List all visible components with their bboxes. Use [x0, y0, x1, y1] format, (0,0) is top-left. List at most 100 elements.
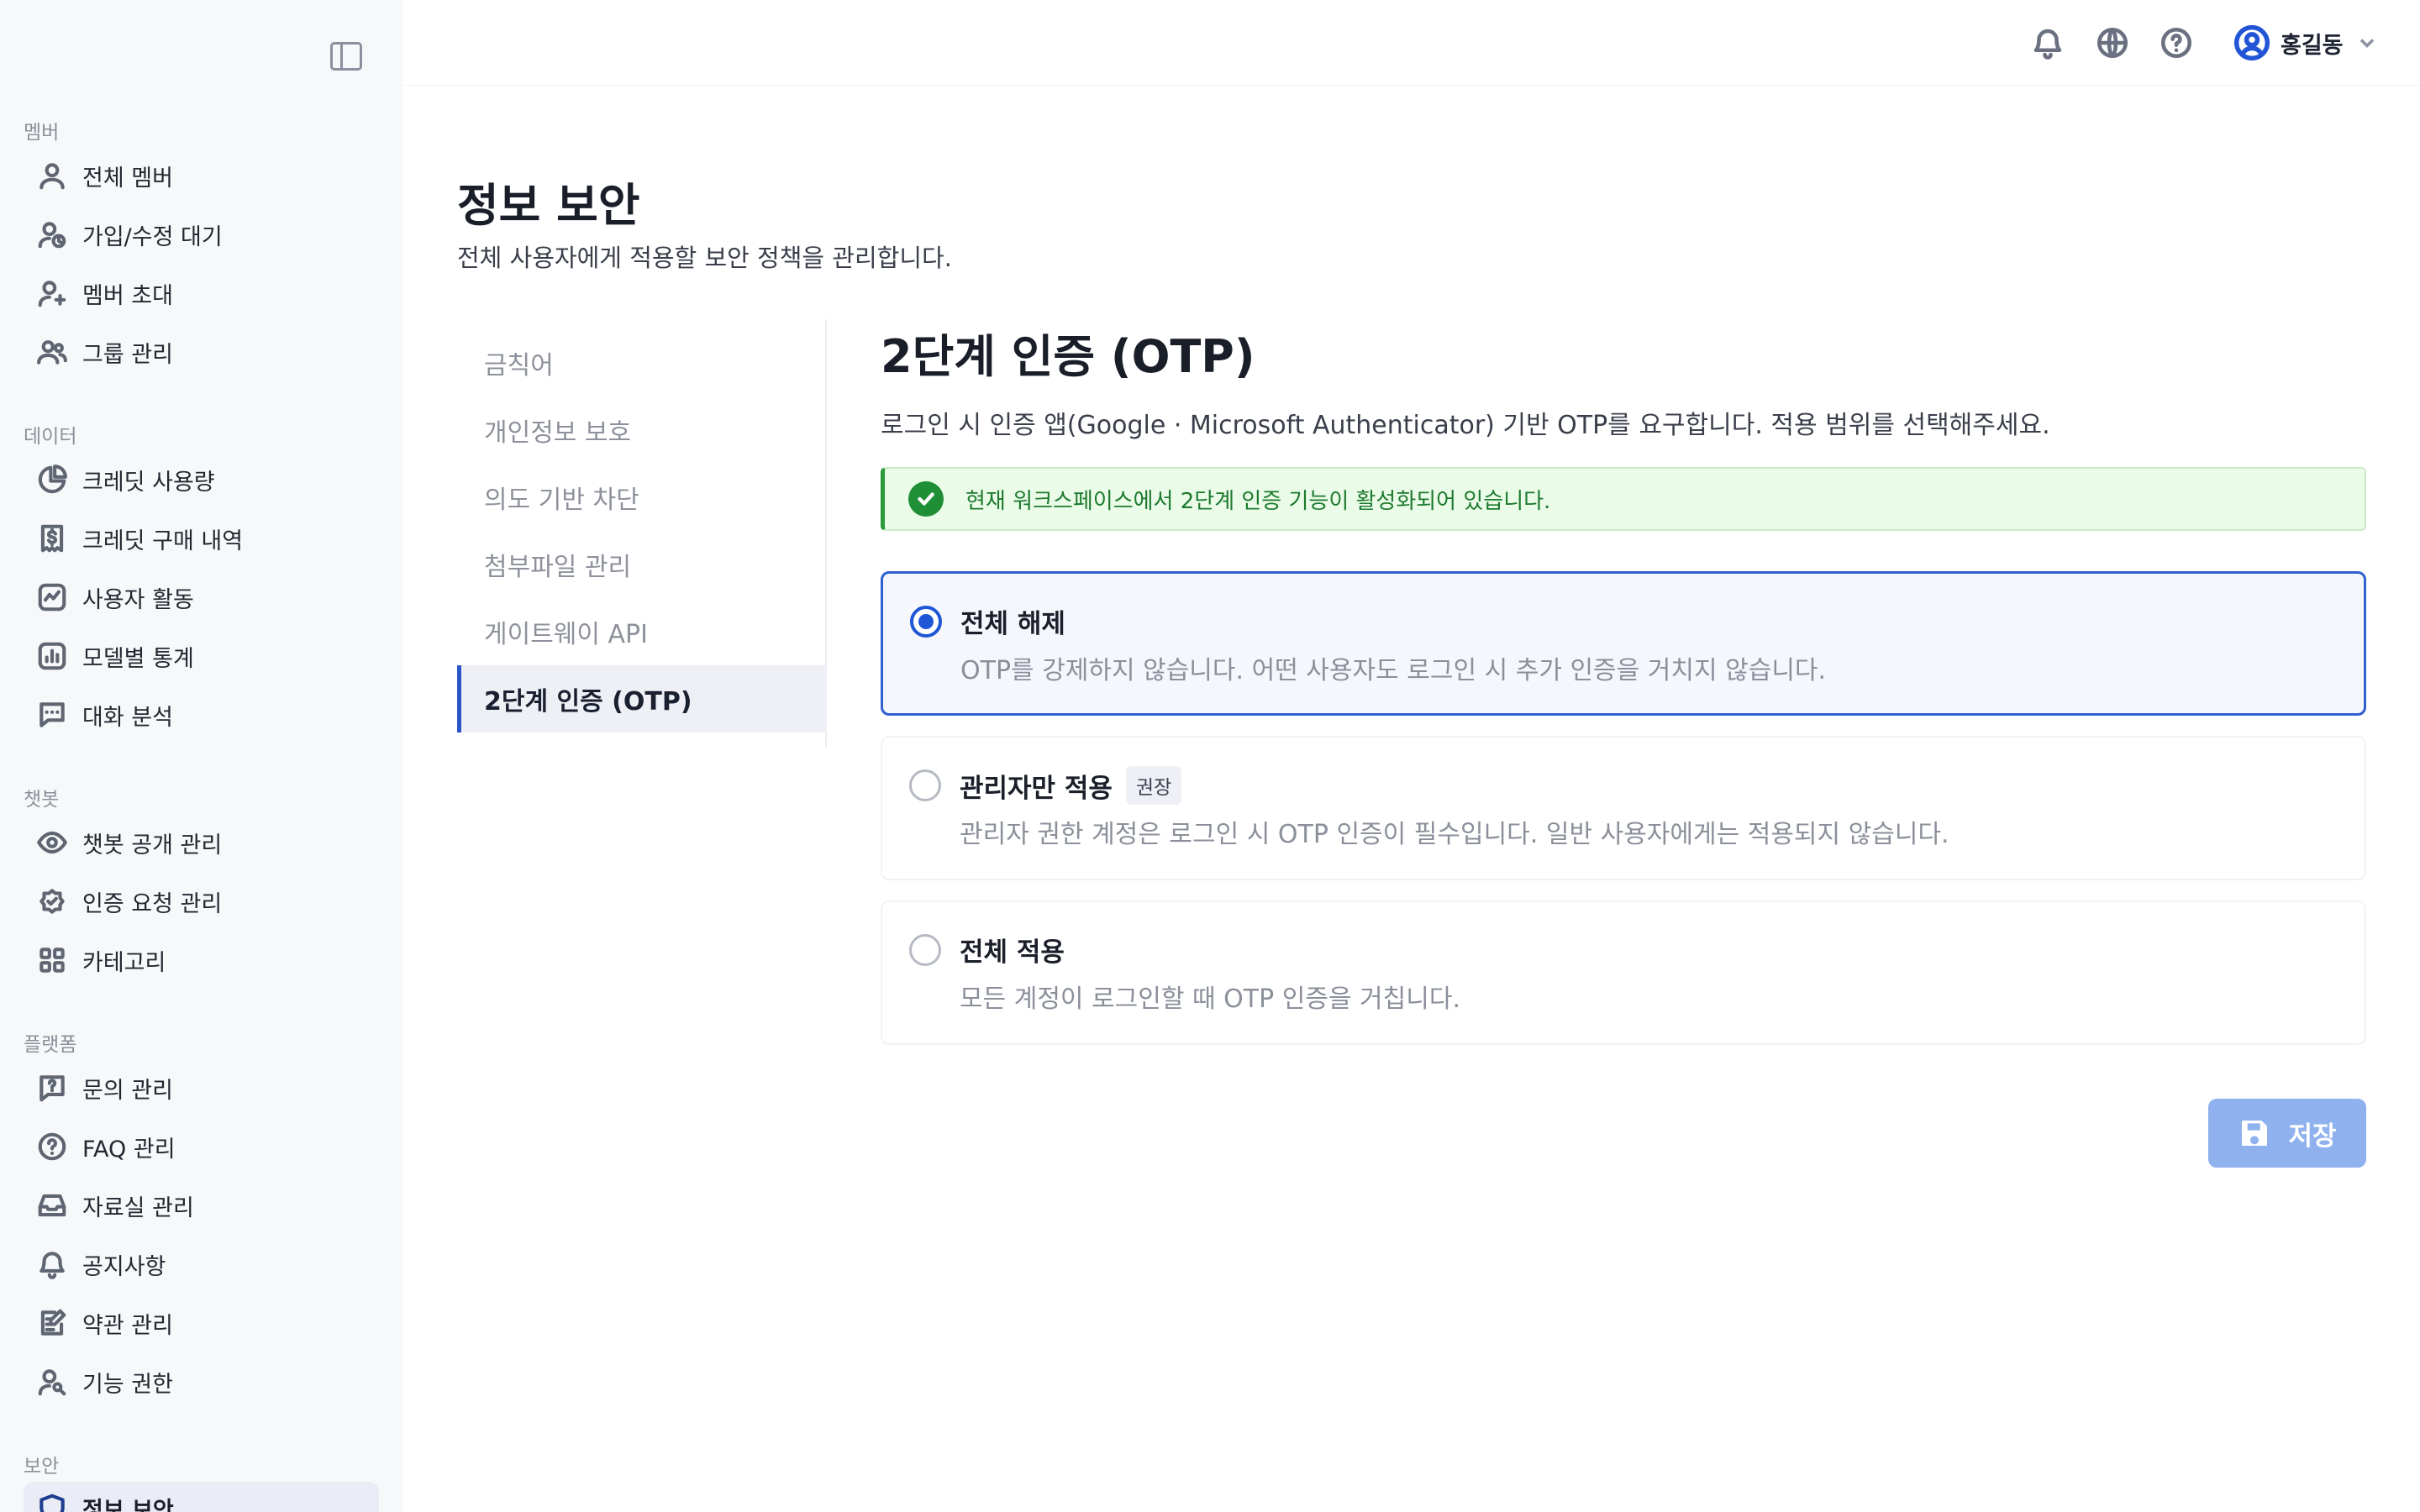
inbox-icon	[35, 1189, 69, 1222]
option-description: OTP를 강제하지 않습니다. 어떤 사용자도 로그인 시 추가 인증을 거치지…	[960, 656, 1827, 685]
option-description: 관리자 권한 계정은 로그인 시 OTP 인증이 필수입니다. 일반 사용자에게…	[960, 820, 1949, 849]
sidebar-item-label: 멤버 초대	[82, 282, 173, 309]
sidebar-item-credit-usage[interactable]: 크레딧 사용량	[24, 454, 379, 506]
sidebar-item-label: 인증 요청 관리	[82, 890, 223, 917]
user-key-icon	[35, 1365, 69, 1399]
activity-icon	[35, 580, 69, 614]
nav-section-title: 보안	[24, 1456, 60, 1478]
subnav-item-otp[interactable]: 2단계 인증 (OTP)	[457, 665, 827, 732]
sidebar-item-info-security[interactable]: 정보 보안	[24, 1482, 379, 1512]
sidebar-item-category[interactable]: 카테고리	[24, 934, 379, 986]
user-plus-icon	[35, 276, 69, 310]
sidebar-item-label: 전체 멤버	[82, 165, 173, 192]
save-label: 저장	[2288, 1121, 2337, 1152]
help-circle-icon[interactable]	[2159, 25, 2194, 60]
user-icon	[35, 159, 69, 192]
sidebar-item-chatbot-publish[interactable]: 챗봇 공개 관리	[24, 816, 379, 869]
sidebar-item-label: 사용자 활동	[82, 586, 194, 613]
chat-analysis-icon	[35, 698, 69, 732]
section-title: 2단계 인증 (OTP)	[881, 330, 1255, 383]
option-title-text: 전체 해제	[960, 609, 1065, 639]
nav-section-title: 데이터	[24, 426, 77, 448]
save-button[interactable]: 저장	[2208, 1099, 2366, 1168]
bar-chart-icon	[35, 639, 69, 673]
section-description: 로그인 시 인증 앱(Google · Microsoft Authentica…	[881, 411, 2050, 440]
option-apply-all[interactable]: 전체 적용 모든 계정이 로그인할 때 OTP 인증을 거칩니다.	[881, 900, 2366, 1045]
check-circle-icon	[908, 481, 944, 517]
page-title: 정보 보안	[457, 179, 640, 232]
sidebar-item-faq[interactable]: FAQ 관리	[24, 1121, 379, 1173]
sidebar-item-model-stats[interactable]: 모델별 통계	[24, 630, 379, 682]
sidebar-item-groups[interactable]: 그룹 관리	[24, 326, 379, 378]
sidebar-item-label: 챗봇 공개 관리	[82, 832, 223, 858]
radio-button[interactable]	[909, 769, 941, 801]
option-title-text: 전체 적용	[960, 937, 1065, 968]
sidebar-item-invite[interactable]: 멤버 초대	[24, 267, 379, 319]
sidebar-item-label: 약관 관리	[82, 1312, 173, 1339]
sidebar-item-label: 크레딧 사용량	[82, 469, 215, 496]
sidebar-toggle-icon[interactable]	[330, 42, 362, 71]
sidebar-item-label: 그룹 관리	[82, 341, 173, 368]
bell-icon	[35, 1247, 69, 1281]
otp-settings-panel: 2단계 인증 (OTP) 로그인 시 인증 앱(Google · Microso…	[881, 319, 2366, 1168]
alert-text: 현재 워크스페이스에서 2단계 인증 기능이 활성화되어 있습니다.	[965, 488, 1551, 514]
sidebar-item-chat-analysis[interactable]: 대화 분석	[24, 689, 379, 741]
user-menu[interactable]: 홍길동	[2233, 22, 2379, 64]
option-description: 모든 계정이 로그인할 때 OTP 인증을 거칩니다.	[960, 984, 1460, 1014]
grid-icon	[35, 943, 69, 977]
sidebar-item-credit-purchases[interactable]: 크레딧 구매 내역	[24, 512, 379, 564]
subnav-item-intent-block[interactable]: 의도 기반 차단	[457, 464, 827, 531]
radio-button[interactable]	[909, 934, 941, 966]
sidebar-item-label: 자료실 관리	[82, 1194, 194, 1221]
sidebar: 멤버 전체 멤버 가입/수정 대기 멤버 초대 그룹 관리 데이터 크레딧 사용…	[0, 0, 403, 1512]
globe-icon[interactable]	[2095, 25, 2130, 60]
sidebar-item-label: FAQ 관리	[82, 1136, 176, 1163]
status-alert: 현재 워크스페이스에서 2단계 인증 기능이 활성화되어 있습니다.	[881, 467, 2366, 531]
sidebar-item-label: 정보 보안	[82, 1497, 174, 1512]
recommended-badge: 권장	[1125, 766, 1182, 805]
subnav-item-attachments[interactable]: 첨부파일 관리	[457, 531, 827, 598]
topbar: 홍길동	[403, 0, 2420, 86]
sidebar-item-label: 대화 분석	[82, 704, 173, 731]
option-admins-only[interactable]: 관리자만 적용 권장 관리자 권한 계정은 로그인 시 OTP 인증이 필수입니…	[881, 736, 2366, 880]
subnav-item-banned-words[interactable]: 금칙어	[457, 329, 827, 396]
user-clock-icon	[35, 218, 69, 251]
sidebar-item-label: 공지사항	[82, 1253, 166, 1280]
sidebar-item-label: 카테고리	[82, 949, 166, 976]
chevron-down-icon	[2360, 39, 2374, 48]
user-name: 홍길동	[2281, 32, 2344, 59]
page-description: 전체 사용자에게 적용할 보안 정책을 관리합니다.	[457, 244, 952, 272]
help-circle-icon	[35, 1130, 69, 1163]
sidebar-item-verification[interactable]: 인증 요청 관리	[24, 875, 379, 927]
badge-check-icon	[35, 885, 69, 918]
shield-icon	[35, 1491, 69, 1512]
option-title: 전체 적용	[960, 931, 1065, 969]
option-title: 관리자만 적용 권장	[960, 766, 1182, 805]
option-title-text: 관리자만 적용	[960, 773, 1113, 804]
nav-section-title: 멤버	[24, 122, 60, 144]
sidebar-item-label: 기능 권한	[82, 1371, 173, 1398]
radio-button[interactable]	[910, 606, 942, 638]
edit-document-icon	[35, 1306, 69, 1340]
receipt-dollar-icon	[35, 522, 69, 555]
sidebar-item-label: 크레딧 구매 내역	[82, 528, 244, 554]
sidebar-item-pending[interactable]: 가입/수정 대기	[24, 208, 379, 260]
option-title: 전체 해제	[960, 602, 1065, 640]
eye-icon	[35, 826, 69, 859]
sidebar-item-user-activity[interactable]: 사용자 활동	[24, 571, 379, 623]
subnav-item-privacy[interactable]: 개인정보 보호	[457, 396, 827, 464]
user-avatar-icon	[2233, 24, 2270, 61]
bell-icon[interactable]	[2030, 25, 2065, 60]
security-subnav: 금칙어 개인정보 보호 의도 기반 차단 첨부파일 관리 게이트웨이 API 2…	[457, 319, 827, 748]
sidebar-item-terms[interactable]: 약관 관리	[24, 1297, 379, 1349]
subnav-item-gateway-api[interactable]: 게이트웨이 API	[457, 598, 827, 665]
sidebar-item-permissions[interactable]: 기능 권한	[24, 1356, 379, 1408]
users-icon	[35, 335, 69, 369]
nav-section-title: 챗봇	[24, 789, 60, 811]
sidebar-item-inquiry[interactable]: 문의 관리	[24, 1062, 379, 1114]
sidebar-item-notice[interactable]: 공지사항	[24, 1238, 379, 1290]
sidebar-item-all-members[interactable]: 전체 멤버	[24, 150, 379, 202]
sidebar-item-library[interactable]: 자료실 관리	[24, 1179, 379, 1231]
option-disable-all[interactable]: 전체 해제 OTP를 강제하지 않습니다. 어떤 사용자도 로그인 시 추가 인…	[881, 571, 2366, 716]
save-icon	[2242, 1121, 2268, 1146]
